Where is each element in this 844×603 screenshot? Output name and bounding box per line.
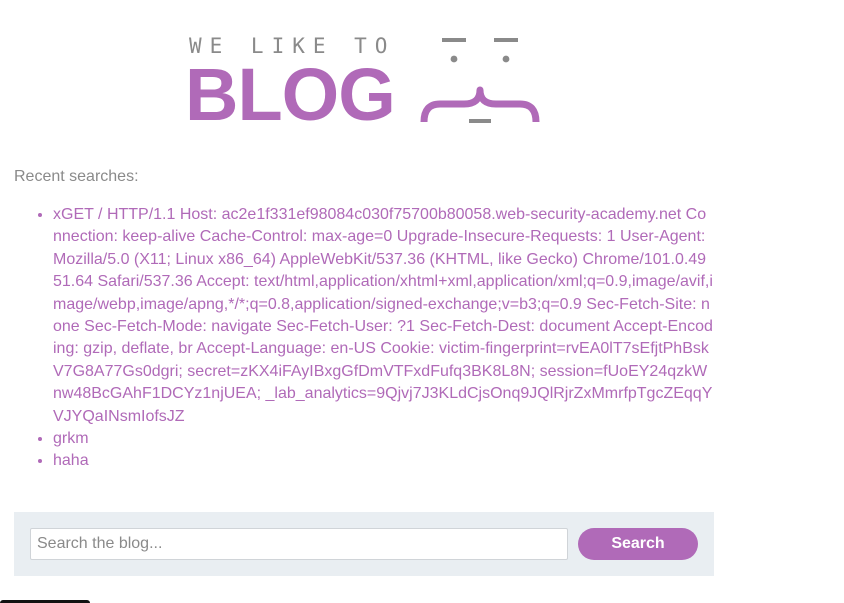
blog-banner: WE LIKE TO BLOG [185,30,545,136]
search-input[interactable] [30,528,568,560]
recent-search-link[interactable]: haha [53,452,89,469]
recent-search-item: haha [53,450,714,472]
recent-searches-heading: Recent searches: [14,168,139,185]
banner-wordmark: BLOG [185,53,396,136]
recent-search-item: grkm [53,428,714,450]
curly-brace-face-icon [420,38,540,123]
blog-page: WE LIKE TO BLOG Recent searches: xGET / … [0,0,844,603]
recent-search-link[interactable]: grkm [53,430,89,447]
recent-search-item: xGET / HTTP/1.1 Host: ac2e1f331ef98084c0… [53,204,714,428]
search-form: Search [14,512,714,576]
search-button[interactable]: Search [578,528,698,560]
recent-searches-list: xGET / HTTP/1.1 Host: ac2e1f331ef98084c0… [14,204,714,473]
recent-search-link[interactable]: xGET / HTTP/1.1 Host: ac2e1f331ef98084c0… [53,206,713,425]
